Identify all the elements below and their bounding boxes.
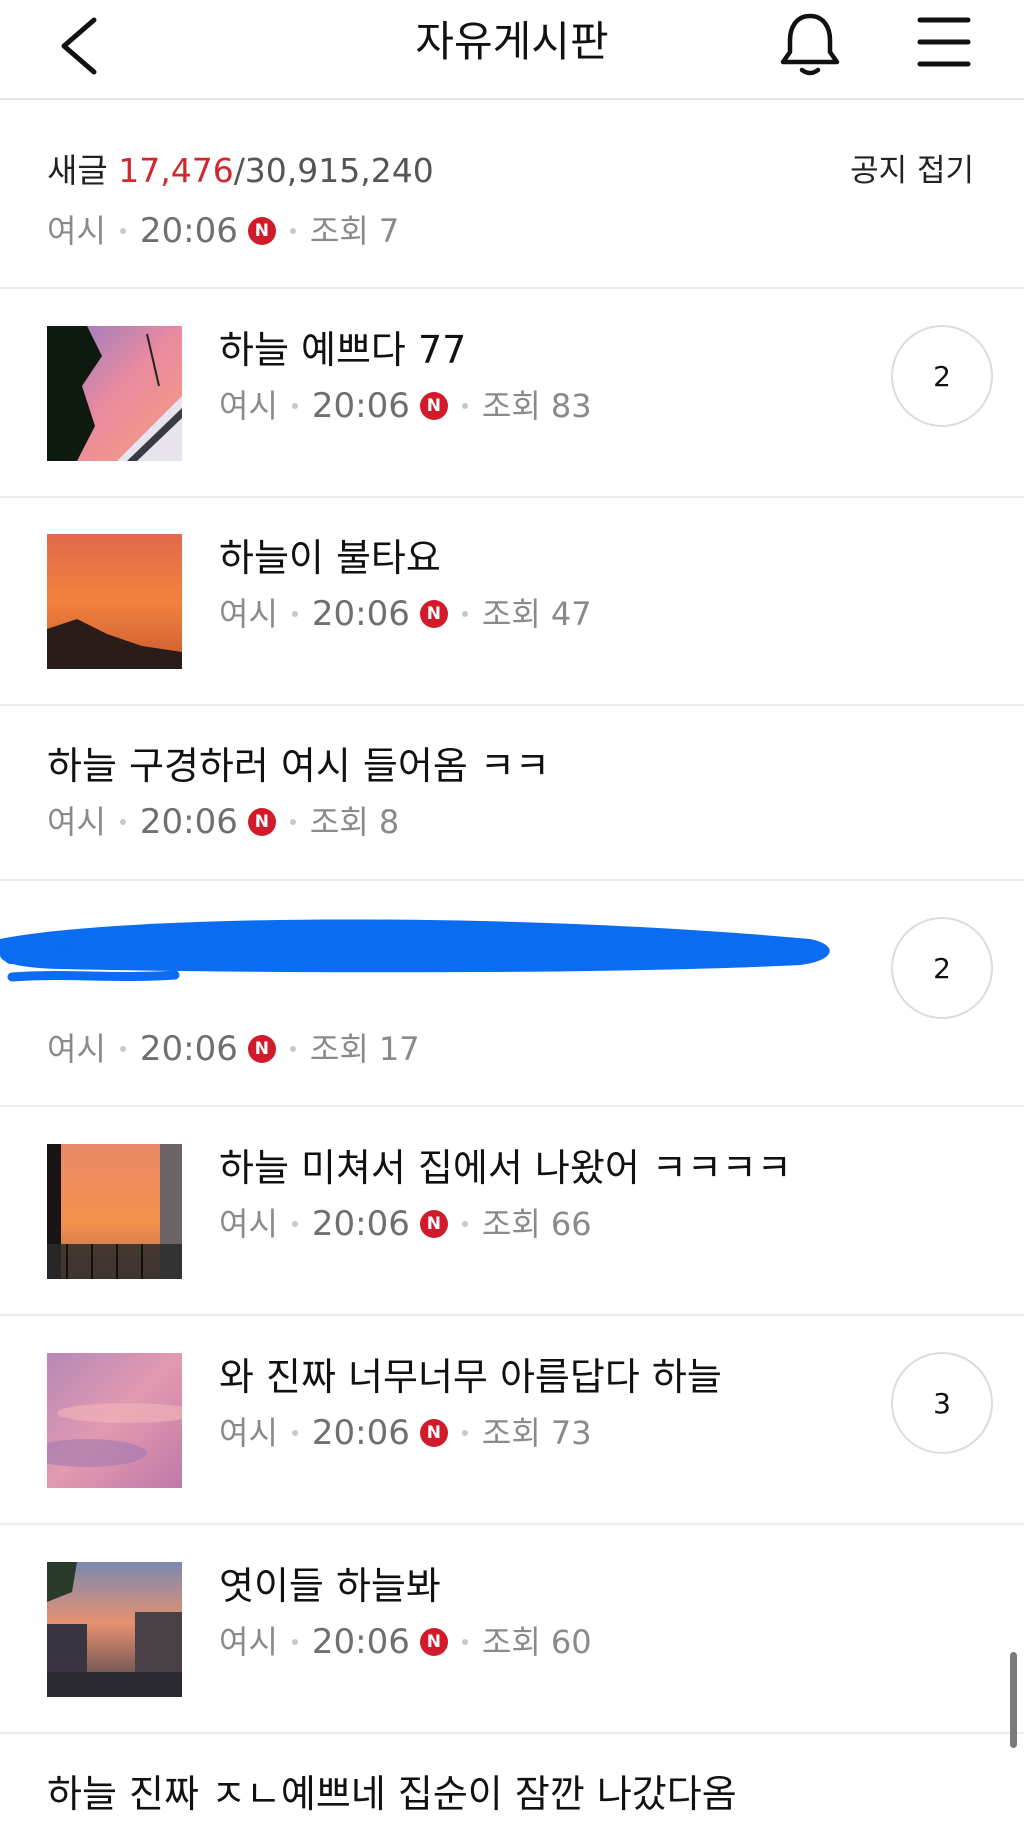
notice-section: 새글 17,476/30,915,240 공지 접기 여시 20:06 N 조회… [0, 101, 1024, 289]
post-item[interactable]: 여시 20:06 N 조회 17 2 [0, 881, 1024, 1107]
post-time: 20:06 [311, 1622, 410, 1662]
view-count: 조회 66 [481, 1205, 592, 1243]
post-meta: 여시 20:06 N 조회 60 [219, 1622, 592, 1662]
post-time: 20:06 [139, 1029, 238, 1069]
view-count: 조회 83 [481, 387, 592, 425]
author: 여시 [47, 212, 106, 250]
view-count: 조회 8 [309, 803, 400, 841]
back-button[interactable] [54, 12, 110, 76]
post-meta: 여시 20:06 N 조회 83 [219, 386, 592, 426]
comment-count-button[interactable]: 2 [891, 325, 993, 427]
author: 여시 [219, 1623, 278, 1661]
author: 여시 [47, 1030, 106, 1068]
top-header: 자유게시판 [0, 0, 1024, 100]
post-item[interactable]: 하늘 진짜 ㅈㄴ예쁘네 집순이 잠깐 나갔다옴 [0, 1734, 1024, 1832]
bell-icon [780, 13, 840, 76]
post-count-prefix: 새글 [47, 151, 119, 190]
post-item[interactable]: 하늘 예쁘다 77 여시 20:06 N 조회 83 2 [0, 289, 1024, 498]
separator-dot [289, 1046, 296, 1052]
separator-dot [291, 403, 298, 409]
separator-dot [461, 1639, 468, 1645]
notification-button[interactable] [778, 10, 842, 78]
post-meta: 여시 20:06 N 조회 47 [219, 594, 592, 634]
post-time: 20:06 [311, 1413, 410, 1453]
view-count: 조회 47 [481, 595, 592, 633]
chevron-left-icon [61, 17, 97, 75]
separator-dot [119, 228, 126, 234]
post-thumbnail [47, 1353, 182, 1488]
author: 여시 [219, 1205, 278, 1243]
separator-dot [461, 1221, 468, 1227]
view-count: 조회 60 [481, 1623, 592, 1661]
post-time: 20:06 [139, 211, 238, 251]
post-meta: 여시 20:06 N 조회 17 [47, 1029, 420, 1069]
separator-dot [461, 403, 468, 409]
author: 여시 [219, 1414, 278, 1452]
notice-meta: 여시 20:06 N 조회 7 [47, 211, 399, 251]
view-count: 조회 7 [309, 212, 400, 250]
post-thumbnail [47, 326, 182, 461]
separator-dot [461, 611, 468, 617]
post-item[interactable]: 하늘이 불타요 여시 20:06 N 조회 47 [0, 498, 1024, 706]
new-badge: N [419, 1419, 448, 1447]
new-post-count: 17,476 [118, 151, 234, 190]
post-meta: 여시 20:06 N 조회 73 [219, 1413, 592, 1453]
author: 여시 [219, 595, 278, 633]
post-title[interactable]: 하늘이 불타요 [219, 534, 441, 582]
separator-dot [119, 819, 126, 825]
post-title[interactable]: 하늘 진짜 ㅈㄴ예쁘네 집순이 잠깐 나갔다옴 [47, 1770, 737, 1818]
page-title: 자유게시판 [415, 17, 609, 66]
view-count: 조회 73 [481, 1414, 592, 1452]
post-thumbnail [47, 534, 182, 669]
post-item[interactable]: 하늘 미쳐서 집에서 나왔어 ㅋㅋㅋㅋ 여시 20:06 N 조회 66 [0, 1107, 1024, 1316]
total-post-count: /30,915,240 [233, 151, 434, 190]
post-title[interactable]: 하늘 구경하러 여시 들어옴 ㅋㅋ [47, 742, 550, 790]
post-thumbnail [47, 1144, 182, 1279]
separator-dot [119, 1046, 126, 1052]
post-thumbnail [47, 1562, 182, 1697]
separator-dot [291, 611, 298, 617]
fold-notice-button[interactable]: 공지 접기 [850, 151, 974, 191]
hamburger-menu-icon [917, 17, 971, 67]
separator-dot [291, 1430, 298, 1436]
separator-dot [289, 819, 296, 825]
comment-count-button[interactable]: 2 [891, 917, 993, 1019]
post-item[interactable]: 엿이들 하늘봐 여시 20:06 N 조회 60 [0, 1525, 1024, 1734]
separator-dot [289, 228, 296, 234]
menu-button[interactable] [916, 14, 972, 70]
separator-dot [291, 1639, 298, 1645]
author: 여시 [47, 803, 106, 841]
post-time: 20:06 [139, 802, 238, 842]
post-count: 새글 17,476/30,915,240 [47, 151, 434, 191]
new-badge: N [247, 217, 276, 245]
post-title[interactable]: 엿이들 하늘봐 [219, 1562, 441, 1610]
post-title[interactable]: 하늘 미쳐서 집에서 나왔어 ㅋㅋㅋㅋ [219, 1144, 792, 1192]
post-item[interactable]: 와 진짜 너무너무 아름답다 하늘 여시 20:06 N 조회 73 3 [0, 1316, 1024, 1525]
post-time: 20:06 [311, 1204, 410, 1244]
post-meta: 여시 20:06 N 조회 66 [219, 1204, 592, 1244]
author: 여시 [219, 387, 278, 425]
new-badge: N [247, 1035, 276, 1063]
post-time: 20:06 [311, 386, 410, 426]
new-badge: N [419, 392, 448, 420]
separator-dot [461, 1430, 468, 1436]
post-title[interactable]: 와 진짜 너무너무 아름답다 하늘 [219, 1353, 722, 1401]
new-badge: N [247, 808, 276, 836]
post-item[interactable]: 하늘 구경하러 여시 들어옴 ㅋㅋ 여시 20:06 N 조회 8 [0, 706, 1024, 881]
comment-count-button[interactable]: 3 [891, 1352, 993, 1454]
new-badge: N [419, 1628, 448, 1656]
post-time: 20:06 [311, 594, 410, 634]
view-count: 조회 17 [309, 1030, 420, 1068]
separator-dot [291, 1221, 298, 1227]
redacted-title[interactable] [0, 895, 840, 995]
new-badge: N [419, 1210, 448, 1238]
post-meta: 여시 20:06 N 조회 8 [47, 802, 399, 842]
scrollbar[interactable] [1010, 1652, 1017, 1748]
new-badge: N [419, 600, 448, 628]
post-title[interactable]: 하늘 예쁘다 77 [219, 326, 466, 374]
